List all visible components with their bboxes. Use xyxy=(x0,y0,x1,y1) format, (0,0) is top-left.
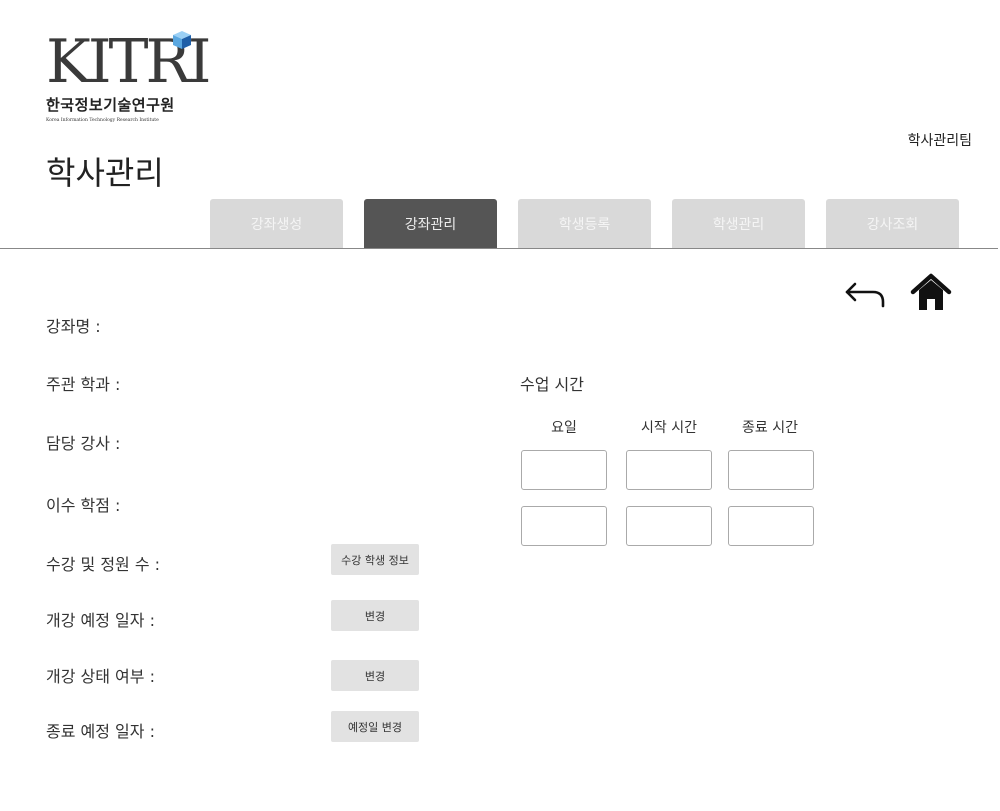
logo-wordmark: KITRI xyxy=(46,27,211,97)
day-input[interactable] xyxy=(521,506,607,546)
schedule-title: 수업 시간 xyxy=(520,375,584,394)
credits-label: 이수 학점 : xyxy=(46,496,121,515)
department-label: 주관 학과 : xyxy=(46,375,121,394)
day-input[interactable] xyxy=(521,450,607,490)
end-time-input[interactable] xyxy=(728,506,814,546)
end-date-label: 종료 예정 일자 : xyxy=(46,722,155,741)
instructor-label: 담당 강사 : xyxy=(46,434,121,453)
start-time-input[interactable] xyxy=(626,506,712,546)
day-column-header: 요일 xyxy=(551,420,577,436)
start-time-input[interactable] xyxy=(626,450,712,490)
kitri-logo: KITRI 한국정보기술연구원 Korea Information Techno… xyxy=(46,27,211,123)
course-name-label: 강좌명 : xyxy=(46,317,101,336)
tab-course-create[interactable]: 강좌생성 xyxy=(210,199,343,249)
main-tabs: 강좌생성 강좌관리 학생등록 학생관리 강사조회 xyxy=(210,199,959,249)
tab-divider xyxy=(0,248,998,249)
tab-course-manage[interactable]: 강좌관리 xyxy=(364,199,497,249)
enrollment-label: 수강 및 정원 수 : xyxy=(46,555,161,574)
start-time-column-header: 시작 시간 xyxy=(641,420,697,436)
open-status-label: 개강 상태 여부 : xyxy=(46,667,155,686)
change-open-date-button[interactable]: 변경 xyxy=(331,600,419,631)
student-info-button[interactable]: 수강 학생 정보 xyxy=(331,544,419,575)
change-status-button[interactable]: 변경 xyxy=(331,660,419,691)
logo-english-name: Korea Information Technology Research In… xyxy=(46,118,159,123)
tab-student-manage[interactable]: 학생관리 xyxy=(672,199,805,249)
logo-korean-name: 한국정보기술연구원 xyxy=(46,96,175,114)
tab-student-register[interactable]: 학생등록 xyxy=(518,199,651,249)
open-date-label: 개강 예정 일자 : xyxy=(46,611,155,630)
team-name: 학사관리팀 xyxy=(907,133,972,149)
tab-instructor-search[interactable]: 강사조회 xyxy=(826,199,959,249)
cube-icon xyxy=(173,31,191,49)
home-icon[interactable] xyxy=(910,272,952,312)
back-arrow-icon[interactable] xyxy=(843,278,887,308)
change-end-date-button[interactable]: 예정일 변경 xyxy=(331,711,419,742)
end-time-column-header: 종료 시간 xyxy=(742,420,798,436)
page-title: 학사관리 xyxy=(46,154,164,192)
end-time-input[interactable] xyxy=(728,450,814,490)
